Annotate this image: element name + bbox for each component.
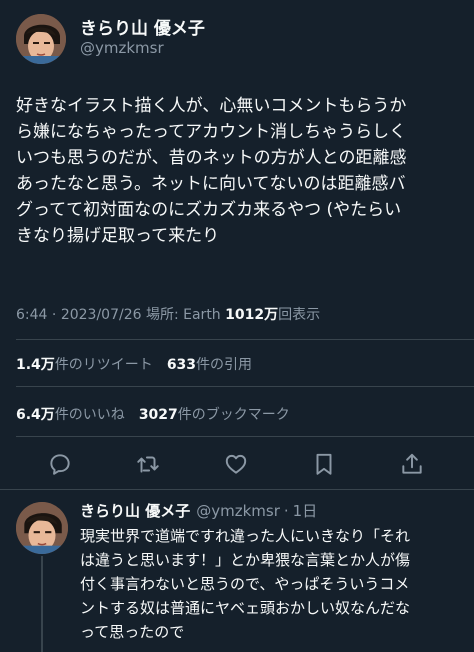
likes-label: 件のいいね <box>54 407 125 423</box>
tweet-text-line: ら嫌になちゃったってアカウント消しちゃうらしく <box>16 122 407 142</box>
divider <box>0 489 474 490</box>
reply-text-line: は違うと思います！」とか卑猥な言葉とか人が傷 <box>80 551 411 569</box>
author-name[interactable]: きらり山 優メ子 <box>80 14 205 39</box>
reply-avatar[interactable] <box>16 502 68 554</box>
avatar-illustration <box>16 502 68 554</box>
reply-text: 現実世界で道端ですれ違った人にいきなり「それ は違うと思います！」とか卑猥な言葉… <box>80 524 470 644</box>
reply-author-handle[interactable]: @ymzkmsr <box>196 502 280 520</box>
tweet-text-line: 好きなイラスト描く人が、心無いコメントもらうか <box>16 96 407 116</box>
tweet-time[interactable]: 6:44 <box>16 307 47 323</box>
reply-author-name[interactable]: きらり山 優メ子 <box>80 502 190 520</box>
divider <box>16 339 474 340</box>
reply-age[interactable]: 1日 <box>293 502 318 520</box>
reply-header: きらり山 優メ子 @ymzkmsr · 1日 <box>80 500 317 521</box>
bookmarks-label: 件のブックマーク <box>177 407 290 423</box>
bookmark-icon[interactable] <box>311 451 337 477</box>
retweets-label: 件のリツイート <box>54 357 153 373</box>
meta-separator: · <box>51 307 57 323</box>
reply-text-line: って思ったので <box>80 623 185 641</box>
reply-separator: · <box>283 502 289 520</box>
reply-text-line: ントする奴は普通にヤベェ頭おかしい奴なんだな <box>80 599 411 617</box>
stats-row-likes: 6.4万件のいいね 3027件のブックマーク <box>16 404 290 424</box>
tweet-date[interactable]: 2023/07/26 <box>61 307 142 323</box>
avatar-illustration <box>16 14 66 64</box>
retweet-icon[interactable] <box>135 451 161 477</box>
tweet-text-line: あったなと思う。ネットに向いてないのは距離感バ <box>16 174 406 194</box>
quotes-count: 633 <box>166 357 197 373</box>
tweet-location: 場所: Earth <box>145 307 221 323</box>
quotes-label: 件の引用 <box>196 357 253 373</box>
author-handle[interactable]: @ymzkmsr <box>80 39 164 57</box>
thread-line <box>41 556 43 652</box>
reply-icon[interactable] <box>47 451 73 477</box>
retweets-stat[interactable]: 1.4万件のリツイート <box>16 357 153 373</box>
tweet-text: 好きなイラスト描く人が、心無いコメントもらうか ら嫌になちゃったってアカウント消… <box>16 93 466 249</box>
likes-stat[interactable]: 6.4万件のいいね <box>16 407 125 423</box>
tweet-meta: 6:44 · 2023/07/26 場所: Earth 1012万回表示 <box>16 304 320 324</box>
divider <box>16 386 474 387</box>
quotes-stat[interactable]: 633件の引用 <box>167 357 252 373</box>
share-icon[interactable] <box>399 451 425 477</box>
like-icon[interactable] <box>223 451 249 477</box>
reply-text-line: 現実世界で道端ですれ違った人にいきなり「それ <box>80 527 411 545</box>
stats-row-reposts: 1.4万件のリツイート 633件の引用 <box>16 354 252 374</box>
bookmarks-stat[interactable]: 3027件のブックマーク <box>139 407 290 423</box>
bookmarks-count: 3027 <box>138 407 178 423</box>
views-count: 1012万 <box>225 307 279 323</box>
views-label: 回表示 <box>278 307 321 323</box>
tweet-text-line: グってて初対面なのにズカズカ来るやつ (やたらい <box>16 200 402 220</box>
reply-text-line: 付く事言わないと思うので、やっぱそういうコメ <box>80 575 410 593</box>
likes-count: 6.4万 <box>16 407 55 423</box>
divider <box>16 436 474 437</box>
author-avatar[interactable] <box>16 14 66 64</box>
tweet-text-line: いつも思うのだが、昔のネットの方が人との距離感 <box>16 148 407 168</box>
action-bar <box>0 451 474 479</box>
tweet-text-line: きなり揚げ足取って来たり <box>16 226 220 246</box>
retweets-count: 1.4万 <box>16 357 55 373</box>
